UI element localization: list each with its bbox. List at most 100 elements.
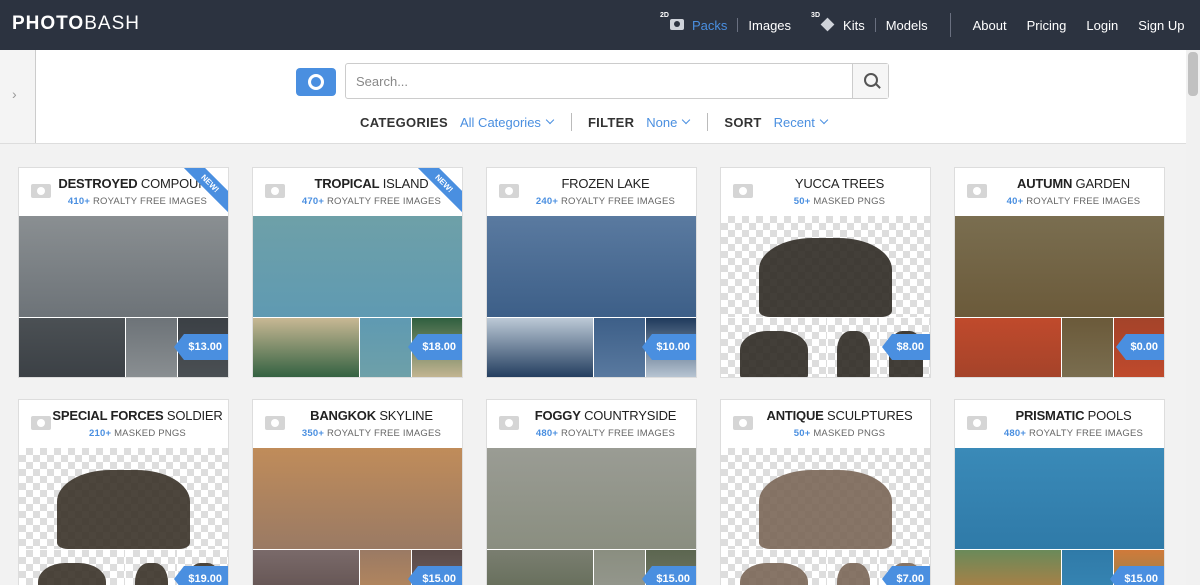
nav-packs-label: Packs [692,17,728,33]
chevron-down-icon[interactable] [682,115,691,125]
price-tag: $15.00 [1110,566,1164,585]
preview-thumb [487,550,593,585]
nav-images[interactable]: Images [738,18,801,33]
nav-models[interactable]: Models [876,18,938,33]
price-tag: $18.00 [408,334,462,360]
preview-thumb [828,550,879,585]
nav-signup[interactable]: Sign Up [1128,18,1194,33]
pack-card[interactable]: DESTROYED COMPOUND 410+ ROYALTY FREE IMA… [18,167,229,378]
nav-login[interactable]: Login [1076,18,1128,33]
filter-bar: CATEGORIES All Categories FILTER None SO… [360,112,845,132]
pack-card[interactable]: FROZEN LAKE 240+ ROYALTY FREE IMAGES $10… [486,167,697,378]
card-subtitle: 480+ ROYALTY FREE IMAGES [1003,428,1144,439]
preview-thumb [253,318,359,377]
card-subtitle: 240+ ROYALTY FREE IMAGES [535,196,676,207]
nav-packs[interactable]: 2D Packs [650,12,737,35]
price-tag: $8.00 [882,334,930,360]
card-title: FOGGY COUNTRYSIDE [534,408,677,423]
nav-kits[interactable]: 3D Kits [801,12,875,35]
preview-thumb [721,318,827,377]
preview-thumb [1062,318,1113,377]
pack-card[interactable]: ANTIQUE SCULPTURES 50+ MASKED PNGS $7.00 [720,399,931,585]
card-header: FOGGY COUNTRYSIDE 480+ ROYALTY FREE IMAG… [487,400,696,448]
nav-pricing[interactable]: Pricing [1017,18,1077,33]
pack-card[interactable]: PRISMATIC POOLS 480+ ROYALTY FREE IMAGES… [954,399,1165,585]
scrollbar[interactable] [1186,50,1200,585]
preview-thumb [19,550,125,585]
preview-main [487,448,696,549]
preview-thumb [126,550,177,585]
sidebar-toggle[interactable]: › [0,50,36,143]
preview-thumb [1062,550,1113,585]
card-header: FROZEN LAKE 240+ ROYALTY FREE IMAGES [487,168,696,216]
pack-card[interactable]: FOGGY COUNTRYSIDE 480+ ROYALTY FREE IMAG… [486,399,697,585]
preview-main [721,216,930,317]
preview-main [955,448,1164,549]
new-ribbon: NEW! [176,168,228,218]
card-subtitle: 40+ ROYALTY FREE IMAGES [1006,196,1141,207]
search-input[interactable] [346,64,853,98]
card-header: BANGKOK SKYLINE 350+ ROYALTY FREE IMAGES [253,400,462,448]
card-subtitle: 350+ ROYALTY FREE IMAGES [301,428,442,439]
pack-card[interactable]: AUTUMN GARDEN 40+ ROYALTY FREE IMAGES $0… [954,167,1165,378]
preview-thumb [19,318,125,377]
card-header: SPECIAL FORCES SOLDIER 210+ MASKED PNGS [19,400,228,448]
nav-kits-label: Kits [843,17,865,33]
sort-dropdown[interactable]: Recent [774,115,815,130]
preview-thumb [360,318,411,377]
preview-thumb [594,318,645,377]
search-box [345,63,889,99]
search-icon[interactable] [852,64,888,98]
preview-thumb [955,318,1061,377]
filter-dropdown[interactable]: None [646,115,677,130]
kits-cube-icon: 3D [811,12,837,35]
card-subtitle: 410+ ROYALTY FREE IMAGES [67,196,208,207]
preview-thumb [594,550,645,585]
categories-label: CATEGORIES [360,114,448,130]
photobash-logo[interactable]: PHOTOBASH [12,13,140,35]
pack-card[interactable]: TROPICAL ISLAND 470+ ROYALTY FREE IMAGES… [252,167,463,378]
new-ribbon: NEW! [410,168,462,218]
nav-vertical-divider [949,13,951,37]
top-nav-bar: PHOTOBASH 2D Packs Images 3D Kits Models… [0,0,1200,50]
nav-links: 2D Packs Images 3D Kits Models About Pri… [650,0,1194,50]
card-header: AUTUMN GARDEN 40+ ROYALTY FREE IMAGES [955,168,1164,216]
card-header: ANTIQUE SCULPTURES 50+ MASKED PNGS [721,400,930,448]
chevron-down-icon[interactable] [545,115,555,125]
card-subtitle: 480+ ROYALTY FREE IMAGES [535,428,676,439]
preview-thumb [253,550,359,585]
pack-card[interactable]: BANGKOK SKYLINE 350+ ROYALTY FREE IMAGES… [252,399,463,585]
scrollbar-thumb[interactable] [1188,52,1198,96]
camera-search-icon[interactable] [296,68,336,96]
preview-main [487,216,696,317]
card-header: PRISMATIC POOLS 480+ ROYALTY FREE IMAGES [955,400,1164,448]
card-subtitle: 470+ ROYALTY FREE IMAGES [301,196,442,207]
preview-main [19,216,228,317]
price-tag: $7.00 [882,566,930,585]
packs-camera-icon: 2D [660,12,686,35]
preview-thumb [721,550,827,585]
preview-main [721,448,930,549]
price-tag: $13.00 [174,334,228,360]
preview-main [955,216,1164,317]
categories-dropdown[interactable]: All Categories [460,115,541,130]
nav-about[interactable]: About [963,18,1017,33]
card-subtitle: 50+ MASKED PNGS [793,196,886,207]
chevron-down-icon[interactable] [819,115,829,125]
card-header: TROPICAL ISLAND 470+ ROYALTY FREE IMAGES… [253,168,462,218]
card-title: SPECIAL FORCES SOLDIER [52,408,223,423]
filter-label: FILTER [587,114,635,130]
pack-card[interactable]: SPECIAL FORCES SOLDIER 210+ MASKED PNGS … [18,399,229,585]
card-title: PRISMATIC POOLS [1015,408,1132,423]
card-subtitle: 50+ MASKED PNGS [793,428,886,439]
price-tag: $0.00 [1116,334,1164,360]
chevron-right-icon: › [12,86,17,102]
pack-card[interactable]: YUCCA TREES 50+ MASKED PNGS $8.00 [720,167,931,378]
price-tag: $19.00 [174,566,228,585]
card-title: BANGKOK SKYLINE [310,408,433,423]
preview-thumb [828,318,879,377]
price-tag: $15.00 [408,566,462,585]
preview-thumb [487,318,593,377]
preview-thumb [955,550,1061,585]
card-header: DESTROYED COMPOUND 410+ ROYALTY FREE IMA… [19,168,228,218]
